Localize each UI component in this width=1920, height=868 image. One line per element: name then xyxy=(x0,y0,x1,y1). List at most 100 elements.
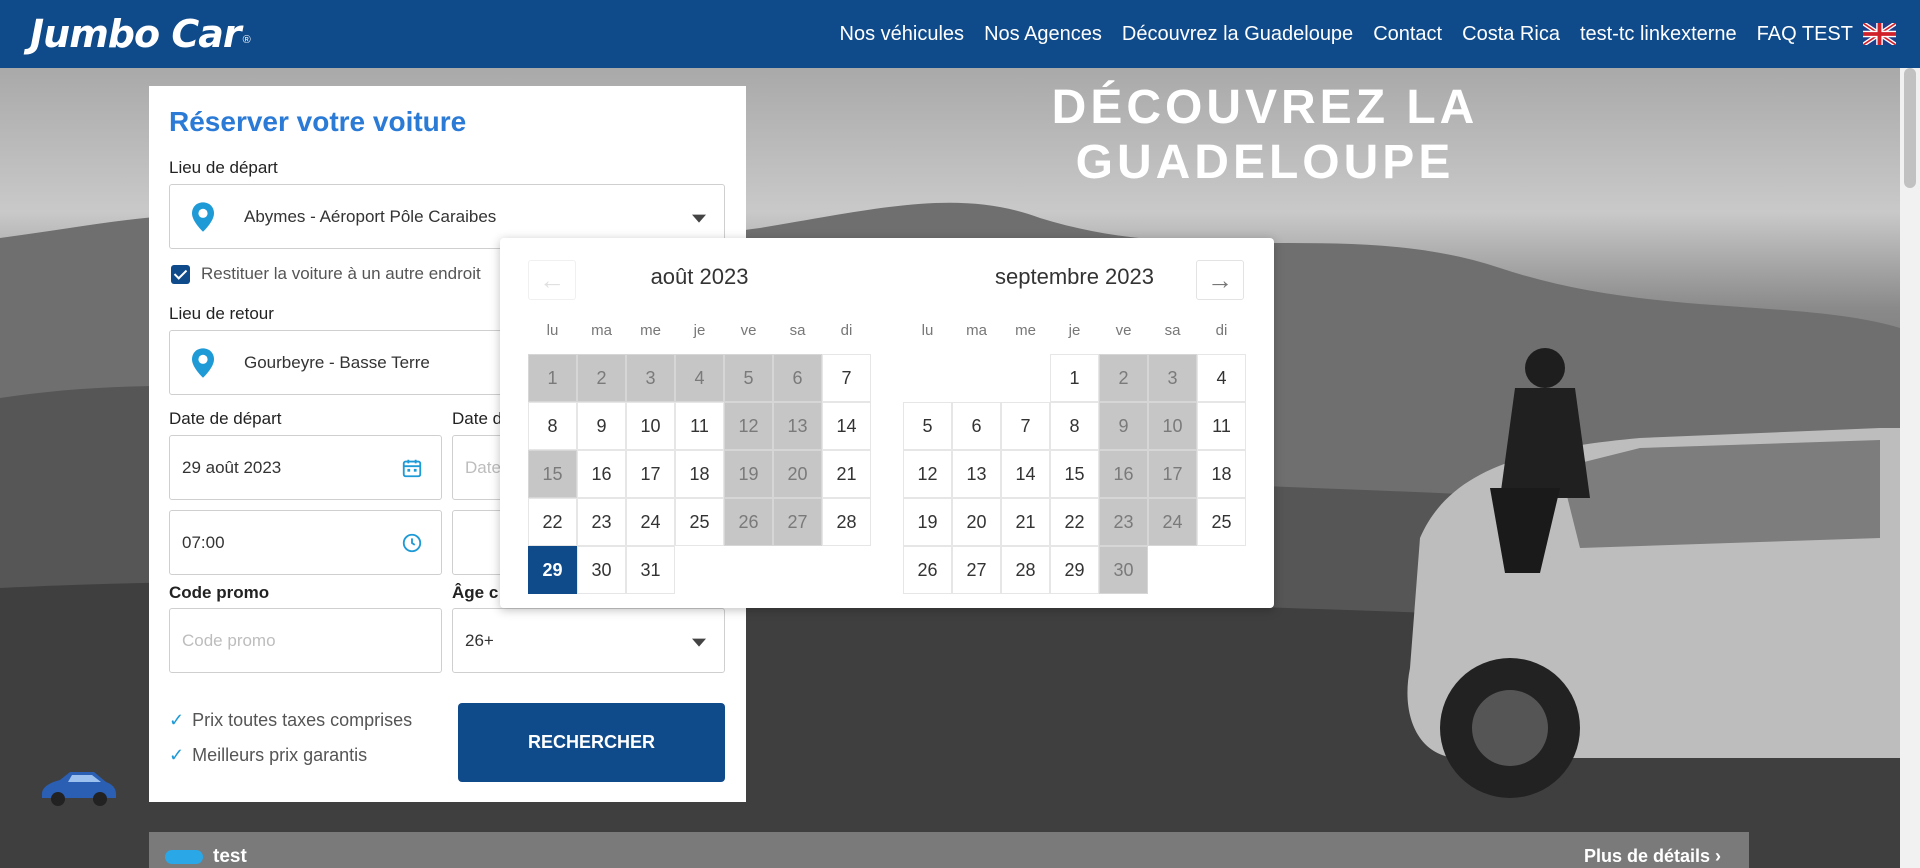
calendar-day[interactable]: 12 xyxy=(903,450,952,498)
calendar-day[interactable]: 18 xyxy=(675,450,724,498)
location-pin-icon xyxy=(192,201,214,232)
calendar-day: 3 xyxy=(626,354,675,402)
scrollbar-thumb[interactable] xyxy=(1904,68,1916,188)
calendar-day[interactable]: 30 xyxy=(577,546,626,594)
weekday-label: lu xyxy=(921,322,934,339)
nav-costa-rica[interactable]: Costa Rica xyxy=(1462,23,1560,46)
return-other-label[interactable]: Restituer la voiture à un autre endroit xyxy=(201,264,481,284)
benefit-label: Prix toutes taxes comprises xyxy=(192,710,413,730)
return-other-checkbox[interactable] xyxy=(171,265,190,284)
driver-age-select[interactable]: 26+ xyxy=(452,608,725,673)
nav-agencies[interactable]: Nos Agences xyxy=(984,23,1102,46)
promo-code-placeholder: Code promo xyxy=(182,630,276,650)
weekday-label: ve xyxy=(740,322,757,339)
return-location-value: Gourbeyre - Basse Terre xyxy=(244,352,430,372)
start-date-input[interactable]: 29 août 2023 xyxy=(169,435,442,500)
calendar-day[interactable]: 20 xyxy=(952,498,1001,546)
calendar-day[interactable]: 25 xyxy=(1197,498,1246,546)
calendar-day: 12 xyxy=(724,402,773,450)
calendar-day[interactable]: 16 xyxy=(577,450,626,498)
calendar-day[interactable]: 15 xyxy=(1050,450,1099,498)
calendar-day: 2 xyxy=(1099,354,1148,402)
calendar-day: 15 xyxy=(528,450,577,498)
clock-icon xyxy=(402,533,422,552)
promo-label: Code promo xyxy=(169,583,270,602)
weekday-label: sa xyxy=(1164,322,1181,339)
calendar-day-selected[interactable]: 29 xyxy=(528,546,577,594)
calendar-day[interactable]: 22 xyxy=(528,498,577,546)
booking-title: Réserver votre voiture xyxy=(169,106,467,137)
start-date-label: Date de départ xyxy=(169,409,282,428)
calendar-day[interactable]: 13 xyxy=(952,450,1001,498)
checkmark-icon: ✓ xyxy=(169,745,185,765)
calendar-day: 17 xyxy=(1148,450,1197,498)
promo-code-input[interactable]: Code promo xyxy=(169,608,442,673)
weekday-label: ma xyxy=(591,322,612,339)
calendar-day: 9 xyxy=(1099,402,1148,450)
site-header: Jumbo Car ® Nos véhicules Nos Agences Dé… xyxy=(0,0,1920,68)
calendar-day[interactable]: 17 xyxy=(626,450,675,498)
weekday-label: di xyxy=(840,322,853,339)
calendar-day[interactable]: 14 xyxy=(1001,450,1050,498)
hero-title: DÉCOUVREZ LA GUADELOUPE xyxy=(1051,81,1479,189)
calendar-day[interactable]: 6 xyxy=(952,402,1001,450)
suv-illustration xyxy=(1407,428,1900,798)
calendar-day: 27 xyxy=(773,498,822,546)
calendar-day[interactable]: 24 xyxy=(626,498,675,546)
calendar-day[interactable]: 4 xyxy=(1197,354,1246,402)
calendar-day[interactable]: 28 xyxy=(822,498,871,546)
nav-test-external-link[interactable]: test-tc linkexterne xyxy=(1580,23,1737,46)
chevron-down-icon xyxy=(692,214,706,223)
more-details-link[interactable]: Plus de détails › xyxy=(1584,846,1721,867)
calendar-day[interactable]: 27 xyxy=(952,546,1001,594)
calendar-day: 16 xyxy=(1099,450,1148,498)
calendar-day[interactable]: 10 xyxy=(626,402,675,450)
info-bar-badge xyxy=(165,850,203,864)
calendar-day[interactable]: 18 xyxy=(1197,450,1246,498)
calendar-day[interactable]: 7 xyxy=(822,354,871,402)
calendar-day[interactable]: 14 xyxy=(822,402,871,450)
chevron-down-icon xyxy=(692,638,706,647)
calendar-day: 5 xyxy=(724,354,773,402)
date-picker-popup: ← → août 2023 septembre 2023 lu ma me je ve s… xyxy=(500,238,1274,608)
calendar-day[interactable]: 7 xyxy=(1001,402,1050,450)
calendar-day[interactable]: 11 xyxy=(1197,402,1246,450)
jumbo-car-logo[interactable]: Jumbo Car ® xyxy=(30,8,251,60)
month-title: août 2023 xyxy=(650,264,749,289)
calendar-day[interactable]: 8 xyxy=(528,402,577,450)
calendar-day: 23 xyxy=(1099,498,1148,546)
calendar-day[interactable]: 31 xyxy=(626,546,675,594)
calendar-day[interactable]: 21 xyxy=(822,450,871,498)
calendar-day: 6 xyxy=(773,354,822,402)
nav-faq-test[interactable]: FAQ TEST xyxy=(1757,23,1853,46)
month-title: septembre 2023 xyxy=(995,264,1154,289)
nav-vehicles[interactable]: Nos véhicules xyxy=(840,23,965,46)
departure-label: Lieu de départ xyxy=(169,158,278,177)
calendar-day[interactable]: 29 xyxy=(1050,546,1099,594)
calendar-day[interactable]: 19 xyxy=(903,498,952,546)
search-button[interactable]: RECHERCHER xyxy=(458,703,725,782)
calendar-day: 30 xyxy=(1099,546,1148,594)
weekday-label: me xyxy=(1015,322,1036,339)
calendar-day[interactable]: 8 xyxy=(1050,402,1099,450)
uk-flag-icon[interactable] xyxy=(1863,23,1896,45)
age-label: Âge c xyxy=(452,583,499,602)
calendar-day[interactable]: 11 xyxy=(675,402,724,450)
calendar-day[interactable]: 25 xyxy=(675,498,724,546)
calendar-day[interactable]: 5 xyxy=(903,402,952,450)
car-icon[interactable] xyxy=(38,766,118,808)
calendar-day[interactable]: 23 xyxy=(577,498,626,546)
nav-contact[interactable]: Contact xyxy=(1373,23,1442,46)
weekday-label: lu xyxy=(546,322,559,339)
start-time-select[interactable]: 07:00 xyxy=(169,510,442,575)
calendar-day[interactable]: 26 xyxy=(903,546,952,594)
calendar-day[interactable]: 1 xyxy=(1050,354,1099,402)
nav-discover-guadeloupe[interactable]: Découvrez la Guadeloupe xyxy=(1122,23,1353,46)
calendar-day[interactable]: 22 xyxy=(1050,498,1099,546)
calendar-day[interactable]: 9 xyxy=(577,402,626,450)
calendar-day[interactable]: 21 xyxy=(1001,498,1050,546)
calendar-day[interactable]: 28 xyxy=(1001,546,1050,594)
page-scrollbar[interactable] xyxy=(1900,68,1920,868)
info-bar: test Plus de détails › xyxy=(149,832,1749,868)
weekday-label: ma xyxy=(966,322,987,339)
